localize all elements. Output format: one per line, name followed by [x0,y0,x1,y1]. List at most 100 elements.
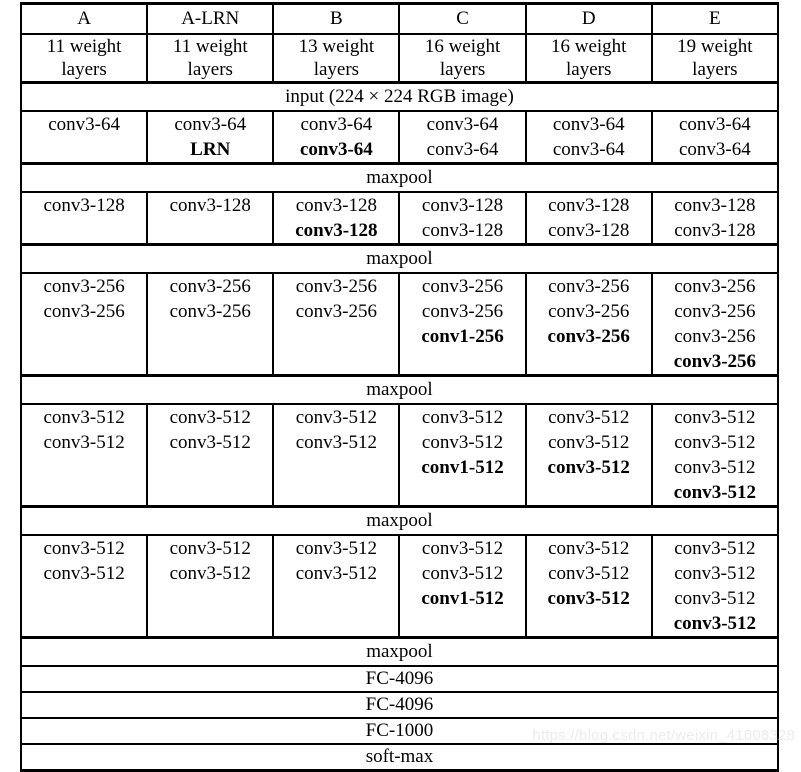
conv-layer-label: conv3-256 [548,276,630,297]
conv-layer-label: conv3-128 [421,195,504,216]
depth-line: layers [313,59,360,80]
column-depth-e: 19 weight layers [650,33,779,84]
conv-layer-label: conv3-512 [295,407,378,428]
conv-layer-label: conv3-512 [169,432,251,453]
conv-block-row-block-64: conv3-64 conv3-64 LRN conv3-64 conv3-64 conv3… [19,110,779,164]
conv-layer-label: conv3-512 [295,538,378,559]
conv-cell-block-512b-a-lrn: conv3-512 conv3-512 [146,534,275,638]
watermark-url: https://blog.csdn.net/weixin_41608328 [532,727,795,744]
conv-layer-label: conv3-512 [169,538,251,559]
conv-block-row-block-512a: conv3-512 conv3-512 conv3-512 conv3-512 conv… [19,403,779,507]
conv-cell-block-64-c: conv3-64 conv3-64 [398,110,527,164]
conv-layer-label: conv3-64 [426,114,499,135]
conv-cell-block-128-c: conv3-128 conv3-128 [398,191,527,245]
conv-layer-label: conv3-128 [674,195,756,216]
conv-layer-label: conv3-512 [673,482,757,503]
conv-cell-block-512b-d: conv3-512 conv3-512 conv3-512 [524,534,653,638]
conv-layer-label: conv3-256 [421,301,504,322]
conv-layer-label: conv3-512 [547,457,630,478]
conv-layer-label: conv3-64 [552,139,625,160]
conv-cell-block-256-c: conv3-256 conv3-256 conv1-256 [398,272,527,376]
conv-layer-label: conv3-512 [43,538,125,559]
conv-cell-block-256-d: conv3-256 conv3-256 conv3-256 [524,272,653,376]
maxpool-label: maxpool [20,162,779,193]
conv-layer-label: conv3-64 [300,114,373,135]
conv-layer-label: conv3-512 [548,407,630,428]
conv-block-row-block-128: conv3-128 conv3-128 conv3-128 conv3-128 conv… [19,191,779,245]
depth-line: 11 weight [46,36,122,57]
conv-layer-label: conv3-512 [547,588,630,609]
conv-layer-label: conv3-256 [43,301,125,322]
maxpool-row-after-block-256: maxpool [20,374,779,405]
footer-row-soft-max: soft-max [20,743,779,772]
conv-cell-block-512a-c: conv3-512 conv3-512 conv1-512 [398,403,527,507]
conv-layer-label: conv3-64 [552,114,625,135]
conv-cell-block-64-b: conv3-64 conv3-64 [272,110,401,164]
depth-line: 11 weight [172,36,248,57]
conv-layer-label: conv3-512 [169,407,251,428]
conv-cell-block-512a-a: conv3-512 conv3-512 [19,403,149,507]
conv-cell-block-512b-a: conv3-512 conv3-512 [19,534,149,638]
conv-cell-block-64-d: conv3-64 conv3-64 [524,110,653,164]
footer-label: FC-4096 [20,691,779,718]
conv-layer-label: conv3-256 [548,301,630,322]
conv-layer-label: conv3-256 [674,326,756,347]
conv-layer-label: conv3-512 [674,563,756,584]
conv-layer-label: conv3-512 [674,407,756,428]
conv-layer-label: conv3-512 [295,563,378,584]
maxpool-row-after-block-512a: maxpool [20,505,779,536]
conv-layer-label: conv3-512 [674,432,756,453]
conv-layer-label: conv3-512 [295,432,378,453]
conv-cell-block-128-e: conv3-128 conv3-128 [650,191,779,245]
conv-layer-label: conv1-512 [421,588,504,609]
conv-layer-label: conv3-512 [673,613,757,634]
column-header-e: E [650,2,779,34]
conv-cell-block-512b-b: conv3-512 conv3-512 [272,534,401,638]
conv-layer-label: conv3-256 [169,301,251,322]
conv-layer-label: conv3-256 [421,276,504,297]
footer-label: soft-max [20,743,779,772]
conv-cell-block-256-b: conv3-256 conv3-256 [272,272,401,376]
depth-line: layers [566,59,612,80]
conv-cell-block-512a-b: conv3-512 conv3-512 [272,403,401,507]
conv-layer-label: conv3-512 [548,538,630,559]
conv-cell-block-256-a: conv3-256 conv3-256 [19,272,149,376]
column-depth-c: 16 weight layers [398,33,527,84]
conv-layer-label: conv3-128 [548,195,630,216]
conv-cell-block-256-e: conv3-256 conv3-256 conv3-256 conv3-256 [650,272,779,376]
footer-row-fc-4096: FC-4096 [20,691,779,718]
conv-cell-block-64-e: conv3-64 conv3-64 [650,110,779,164]
maxpool-label: maxpool [20,505,779,536]
conv-layer-label: conv3-256 [43,276,125,297]
conv-layer-label: conv3-512 [421,538,504,559]
conv-layer-label: conv3-256 [674,276,756,297]
depth-line: 16 weight [424,36,501,57]
maxpool-label: maxpool [20,243,779,274]
column-header-a-lrn: A-LRN [146,2,275,34]
convnet-configuration-table-wrapper: A A-LRN B C D E 11 weight layers 11 weight layers… [19,2,779,772]
conv-layer-label: conv3-128 [295,220,378,241]
depth-line: layers [692,59,738,80]
conv-cell-block-128-b: conv3-128 conv3-128 [272,191,401,245]
conv-layer-label: conv3-512 [421,407,504,428]
conv-cell-block-512b-e: conv3-512 conv3-512 conv3-512 conv3-512 [650,534,779,638]
conv-block-row-block-256: conv3-256 conv3-256 conv3-256 conv3-256 conv… [19,272,779,376]
conv-layer-label: conv3-512 [43,432,125,453]
conv-layer-label: conv3-128 [548,220,630,241]
conv-cell-block-128-a: conv3-128 [19,191,149,245]
conv-layer-label: conv3-512 [674,457,756,478]
depth-line: layers [439,59,486,80]
convnet-configuration-table: A A-LRN B C D E 11 weight layers 11 weight layers… [19,2,779,772]
column-depth-b: 13 weight layers [272,33,401,84]
column-header-b: B [272,2,401,34]
conv-cell-block-128-a-lrn: conv3-128 [146,191,275,245]
column-header-d: D [524,2,653,34]
conv-cell-block-128-d: conv3-128 conv3-128 [524,191,653,245]
conv-layer-label: conv3-128 [169,195,251,216]
depth-line: 13 weight [298,36,375,57]
depth-line: 19 weight [677,36,753,57]
conv-layer-label: conv3-64 [299,139,373,160]
conv-layer-label: conv3-512 [548,432,630,453]
column-header-a: A [19,2,149,34]
conv-layer-label: conv1-512 [421,457,504,478]
